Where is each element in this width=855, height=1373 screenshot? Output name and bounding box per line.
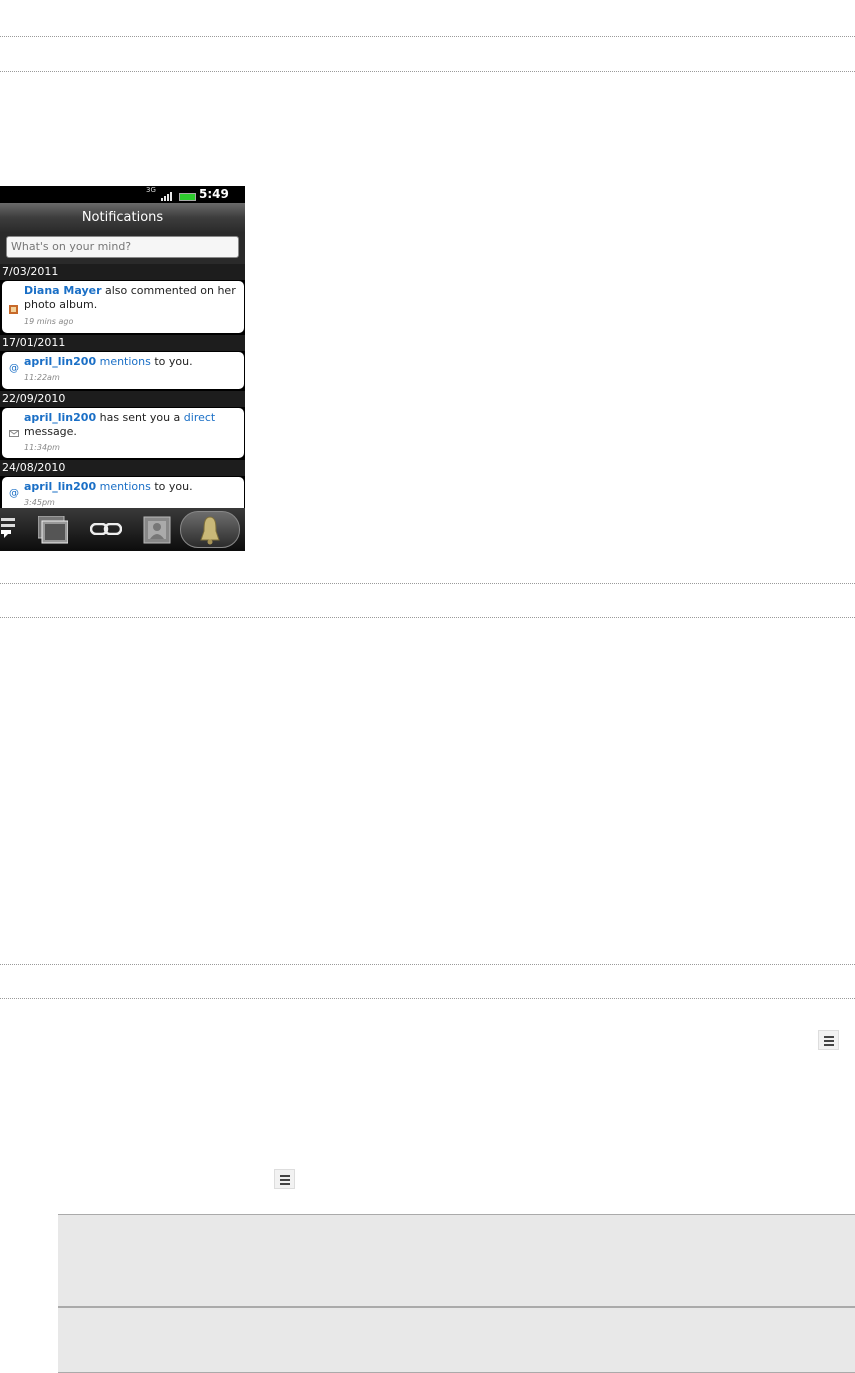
divider: [0, 964, 855, 965]
signal-icon: [161, 191, 175, 201]
status-icon: [1, 518, 15, 538]
user-name-link[interactable]: april_lin200: [24, 355, 96, 368]
notification-item[interactable]: april_lin200 has sent you a direct messa…: [2, 408, 244, 458]
menu-key-icon: [818, 1030, 839, 1050]
notification-body: also commented on her: [101, 284, 236, 297]
notification-text: april_lin200 has sent you a direct: [24, 411, 215, 425]
status-bar: 3G 5:49 PM: [0, 186, 245, 215]
divider: [0, 998, 855, 999]
divider: [0, 36, 855, 37]
direct-message-link[interactable]: direct: [184, 411, 215, 424]
notification-time: 19 mins ago: [24, 317, 74, 326]
compose-bar: What's on your mind?: [0, 232, 245, 264]
notification-body: to you.: [150, 480, 193, 493]
notification-text: april_lin200 mentions to you.: [24, 480, 193, 494]
notification-item[interactable]: @ april_lin200 mentions to you. 11:22am: [2, 352, 244, 389]
link-icon: [90, 523, 122, 535]
photos-tab[interactable]: [30, 508, 75, 551]
notifications-tab[interactable]: [180, 511, 240, 548]
user-name-link[interactable]: Diana Mayer: [24, 284, 102, 297]
date-header: 7/03/2011: [0, 264, 245, 280]
envelope-icon: [9, 430, 19, 437]
notification-text: april_lin200 mentions to you.: [24, 355, 193, 369]
tab-bar: [0, 508, 245, 551]
user-name-link[interactable]: april_lin200: [24, 411, 96, 424]
notification-text: Diana Mayer also commented on her: [24, 284, 236, 298]
notification-time: 3:45pm: [24, 498, 55, 507]
network-type: 3G: [146, 186, 156, 194]
bell-icon: [200, 516, 220, 545]
profile-tab[interactable]: [138, 508, 178, 551]
direct-message-link-2[interactable]: message.: [24, 425, 77, 439]
notification-time: 11:34pm: [24, 443, 60, 452]
notification-body: has sent you a: [96, 411, 184, 424]
links-tab[interactable]: [80, 508, 135, 551]
status-compose-input[interactable]: What's on your mind?: [6, 236, 239, 258]
at-mention-icon: @: [9, 488, 19, 499]
clock-time: 5:49: [199, 187, 229, 201]
table-row: [58, 1306, 855, 1373]
divider: [0, 71, 855, 72]
photos-icon: [38, 516, 68, 544]
profile-icon: [143, 516, 171, 544]
date-header: 17/01/2011: [0, 335, 245, 351]
date-header: 22/09/2010: [0, 391, 245, 407]
mentions-link[interactable]: mentions: [96, 355, 151, 368]
mentions-link[interactable]: mentions: [96, 480, 151, 493]
phone-screenshot: 3G 5:49 PM Notifications What's on your …: [0, 186, 245, 551]
screen-title: Notifications: [81, 210, 164, 225]
notification-time: 11:22am: [24, 373, 60, 382]
at-mention-icon: @: [9, 363, 19, 374]
divider: [0, 617, 855, 618]
notification-text-2: photo album.: [24, 298, 98, 311]
notification-item[interactable]: Diana Mayer also commented on her photo …: [2, 281, 244, 333]
notification-body: to you.: [150, 355, 193, 368]
menu-key-icon: [274, 1169, 295, 1189]
status-tab[interactable]: [0, 508, 28, 551]
battery-icon: [179, 193, 196, 201]
divider: [0, 583, 855, 584]
notification-list[interactable]: 7/03/2011 Diana Mayer also commented on …: [0, 264, 245, 517]
table-row: [58, 1214, 855, 1307]
date-header: 24/08/2010: [0, 460, 245, 476]
photo-album-icon: [9, 305, 18, 314]
title-bar: Notifications: [0, 203, 245, 232]
user-name-link[interactable]: april_lin200: [24, 480, 96, 493]
